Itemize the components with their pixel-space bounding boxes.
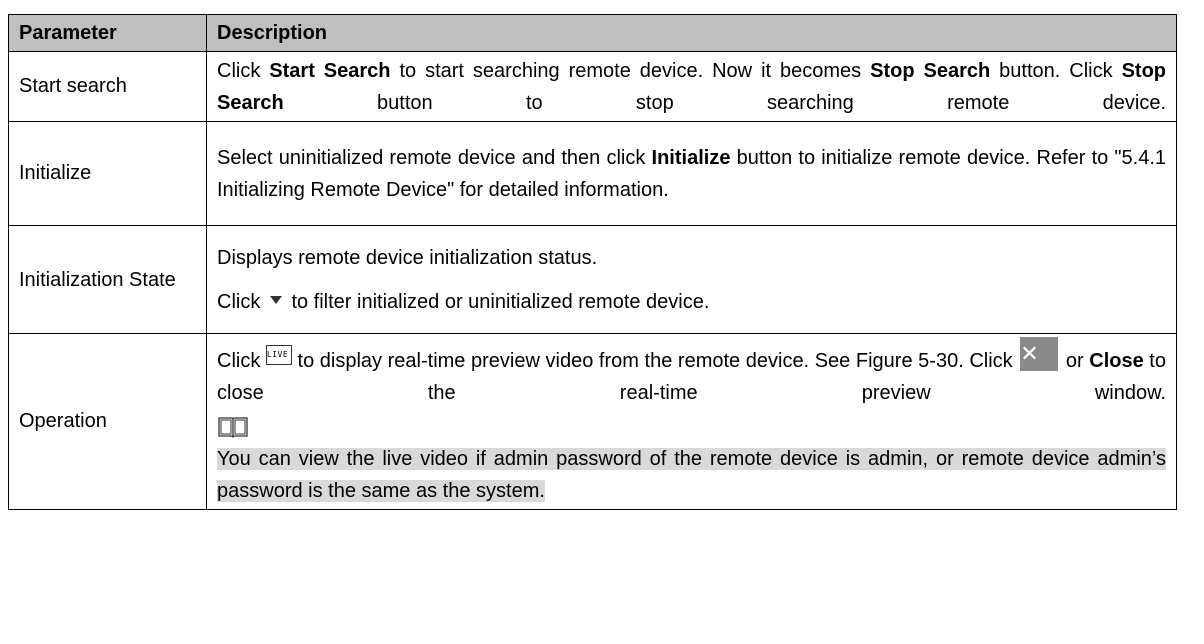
param-cell: Initialization State xyxy=(8,225,207,334)
header-description: Description xyxy=(206,14,1177,52)
table-row: Initialization State Displays remote dev… xyxy=(8,225,1177,334)
dropdown-triangle-icon xyxy=(269,295,282,304)
param-cell: Start search xyxy=(8,51,207,122)
table-header-row: Parameter Description xyxy=(8,14,1177,52)
stop-search-term: Stop Search xyxy=(870,59,991,82)
table-row: Operation Click LIVE to display real-tim… xyxy=(8,333,1177,510)
description-cell: Click LIVE to display real-time preview … xyxy=(206,333,1177,510)
note-book-icon xyxy=(217,415,249,439)
param-cell: Initialize xyxy=(8,121,207,226)
parameter-table: Parameter Description Start search Click… xyxy=(8,14,1177,510)
start-search-term: Start Search xyxy=(269,59,391,82)
close-icon: ✕ xyxy=(1020,336,1059,371)
description-cell: Click Start Search to start searching re… xyxy=(206,51,1177,122)
description-cell: Displays remote device initialization st… xyxy=(206,225,1177,334)
param-cell: Operation xyxy=(8,333,207,510)
table-row: Start search Click Start Search to start… xyxy=(8,51,1177,122)
live-icon: LIVE xyxy=(265,344,292,365)
initialize-term: Initialize xyxy=(651,146,731,169)
table-row: Initialize Select uninitialized remote d… xyxy=(8,121,1177,226)
description-cell: Select uninitialized remote device and t… xyxy=(206,121,1177,226)
note-text: You can view the live video if admin pas… xyxy=(217,447,1166,502)
header-parameter: Parameter xyxy=(8,14,207,52)
close-term: Close xyxy=(1089,349,1144,372)
